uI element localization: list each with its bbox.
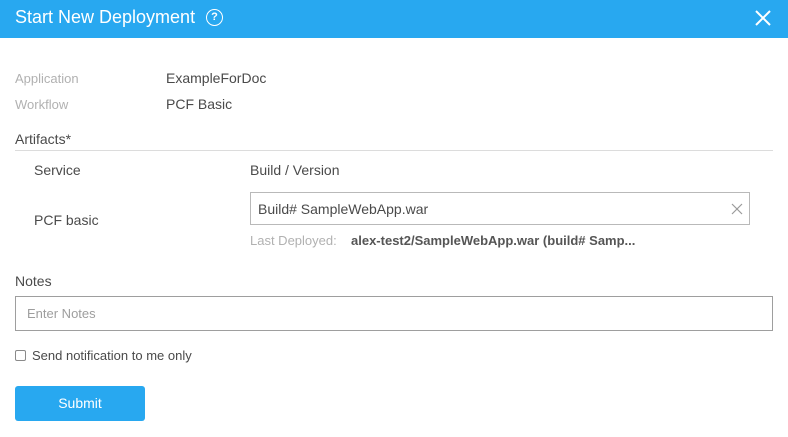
service-column-header: Service xyxy=(34,162,81,178)
close-icon[interactable] xyxy=(754,9,772,27)
application-value: ExampleForDoc xyxy=(166,70,267,86)
artifacts-title: Artifacts* xyxy=(15,131,72,147)
artifact-service-name: PCF basic xyxy=(34,212,99,228)
help-circle-icon[interactable]: ? xyxy=(206,9,223,26)
last-deployed-label: Last Deployed: xyxy=(250,233,337,248)
application-label: Application xyxy=(15,71,79,86)
clear-selection-icon[interactable] xyxy=(731,203,743,215)
build-version-select[interactable]: Build# SampleWebApp.war xyxy=(250,192,750,225)
dialog-title: Start New Deployment xyxy=(15,7,196,27)
build-version-value: Build# SampleWebApp.war xyxy=(258,201,429,217)
artifacts-divider xyxy=(15,150,773,151)
submit-button[interactable]: Submit xyxy=(15,386,145,421)
notes-label: Notes xyxy=(15,273,52,289)
notify-me-only-checkbox[interactable] xyxy=(15,350,26,361)
dialog-header: Start New Deployment ? xyxy=(0,0,788,38)
last-deployed-value: alex-test2/SampleWebApp.war (build# Samp… xyxy=(351,233,636,248)
notes-input[interactable] xyxy=(15,296,773,331)
notify-me-only-label: Send notification to me only xyxy=(32,348,192,363)
workflow-label: Workflow xyxy=(15,97,69,112)
build-version-column-header: Build / Version xyxy=(250,162,340,178)
workflow-value: PCF Basic xyxy=(166,96,233,112)
